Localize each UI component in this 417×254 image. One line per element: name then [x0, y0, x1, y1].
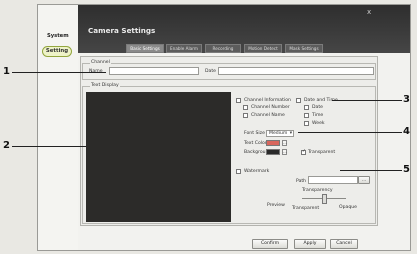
slider-min-label: Transparent: [292, 206, 320, 211]
callout-5-line: [340, 170, 402, 171]
text-color-label: Text Color: [244, 141, 267, 146]
cancel-button[interactable]: Cancel: [330, 239, 358, 249]
preview-label: Preview: [267, 203, 285, 208]
callout-4-line: [298, 132, 402, 133]
slider-max-label: Opaque: [339, 205, 358, 210]
text-color-picker-button[interactable]: …: [282, 140, 287, 146]
font-size-select[interactable]: Medium ▾: [266, 130, 294, 137]
name-input[interactable]: [109, 67, 199, 75]
week-option-label: Week: [312, 121, 325, 126]
path-label: Path: [296, 179, 307, 184]
callout-3-line: [332, 100, 402, 101]
callout-1-line: [12, 72, 106, 73]
tab-enable-alarm[interactable]: Enable Alarm: [166, 44, 202, 53]
tab-mask-settings[interactable]: Mask Settings: [285, 44, 323, 53]
channel-name-checkbox[interactable]: [243, 113, 248, 118]
time-checkbox[interactable]: [304, 113, 309, 118]
date-input[interactable]: [218, 67, 374, 75]
channel-information-label: Channel Information: [244, 98, 291, 103]
callout-3: 3: [403, 94, 410, 105]
channel-number-checkbox[interactable]: [243, 105, 248, 110]
transparent-label: Transparent: [308, 150, 336, 155]
watermark-path-input[interactable]: [308, 176, 358, 184]
apply-button[interactable]: Apply: [294, 239, 326, 249]
text-display-label: Text Display: [90, 83, 120, 88]
left-nav-panel: [38, 5, 78, 250]
chevron-down-icon: ▾: [289, 131, 292, 136]
callout-5: 5: [403, 164, 410, 175]
date-option-label: Date: [312, 105, 323, 110]
time-option-label: Time: [312, 113, 324, 118]
font-size-label: Font Size: [244, 131, 265, 136]
date-and-time-checkbox[interactable]: [296, 98, 301, 103]
tab-motion-detect[interactable]: Motion Detect: [244, 44, 282, 53]
browse-button[interactable]: …: [358, 176, 370, 184]
callout-1: 1: [3, 66, 10, 77]
dialog-title: Camera Settings: [88, 26, 156, 35]
text-color-swatch[interactable]: [266, 140, 280, 146]
channel-number-label: Channel Number: [251, 105, 290, 110]
callout-2-line: [12, 146, 86, 147]
week-checkbox[interactable]: [304, 121, 309, 126]
confirm-button[interactable]: Confirm: [252, 239, 288, 249]
transparency-slider-thumb[interactable]: [322, 194, 327, 204]
background-color-swatch[interactable]: [266, 149, 280, 155]
nav-system[interactable]: System: [47, 33, 69, 39]
callout-2: 2: [3, 140, 10, 151]
channel-information-checkbox[interactable]: [236, 98, 241, 103]
tab-recording[interactable]: Recording: [205, 44, 241, 53]
watermark-checkbox[interactable]: [236, 169, 241, 174]
date-checkbox[interactable]: [304, 105, 309, 110]
transparency-label: Transparency: [302, 188, 333, 193]
nav-setting[interactable]: Setting: [42, 46, 72, 57]
watermark-label: Watermark: [244, 169, 270, 174]
close-icon[interactable]: x: [367, 8, 371, 16]
text-display-preview[interactable]: [86, 92, 231, 222]
date-label: Date: [205, 69, 216, 74]
tab-basic-settings[interactable]: Basic Settings: [126, 44, 164, 53]
channel-name-label: Channel Name: [251, 113, 285, 118]
channel-group-label: Channel: [90, 60, 111, 65]
transparent-checkbox[interactable]: [301, 149, 306, 155]
callout-4: 4: [403, 126, 410, 137]
background-color-picker-button[interactable]: …: [282, 149, 287, 155]
